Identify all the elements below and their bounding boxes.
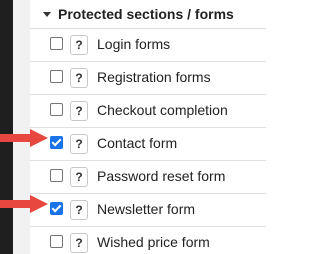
checkout-completion-label: Checkout completion [97, 102, 228, 118]
list-item-registration-forms: ? Registration forms [30, 62, 266, 95]
red-arrow-icon [0, 129, 48, 147]
question-mark-icon[interactable]: ? [70, 68, 88, 88]
question-mark-icon[interactable]: ? [70, 200, 88, 220]
login-forms-label: Login forms [97, 36, 171, 52]
password-reset-form-checkbox[interactable] [50, 169, 63, 182]
contact-form-label: Contact form [97, 135, 178, 151]
question-mark-icon[interactable]: ? [70, 35, 88, 55]
wished-price-form-label: Wished price form [97, 234, 210, 250]
registration-forms-label: Registration forms [97, 69, 211, 85]
question-mark-icon[interactable]: ? [70, 233, 88, 253]
list-item-checkout-completion: ? Checkout completion [30, 95, 266, 128]
list-item-login-forms: ? Login forms [30, 29, 266, 62]
list-item-newsletter-form: ? Newsletter form [30, 194, 266, 227]
wished-price-form-checkbox[interactable] [50, 235, 63, 248]
password-reset-form-label: Password reset form [97, 168, 226, 184]
list-item-contact-form: ? Contact form [30, 128, 266, 161]
list-item-wished-price-form: ? Wished price form [30, 227, 266, 254]
left-dark-border [0, 0, 13, 254]
newsletter-form-label: Newsletter form [97, 201, 196, 217]
checkout-completion-checkbox[interactable] [50, 103, 63, 116]
question-mark-icon[interactable]: ? [70, 167, 88, 187]
list-item-password-reset-form: ? Password reset form [30, 161, 266, 194]
caret-down-icon[interactable] [43, 12, 51, 17]
section-header[interactable]: Protected sections / forms [30, 0, 266, 29]
question-mark-icon[interactable]: ? [70, 134, 88, 154]
left-gutter [13, 0, 30, 254]
section-title: Protected sections / forms [58, 6, 234, 22]
protected-sections-panel: Protected sections / forms ? Login forms… [0, 0, 266, 254]
question-mark-icon[interactable]: ? [70, 101, 88, 121]
red-arrow-icon [0, 195, 48, 213]
registration-forms-checkbox[interactable] [50, 70, 63, 83]
contact-form-checkbox[interactable] [50, 136, 63, 149]
newsletter-form-checkbox[interactable] [50, 202, 63, 215]
login-forms-checkbox[interactable] [50, 37, 63, 50]
